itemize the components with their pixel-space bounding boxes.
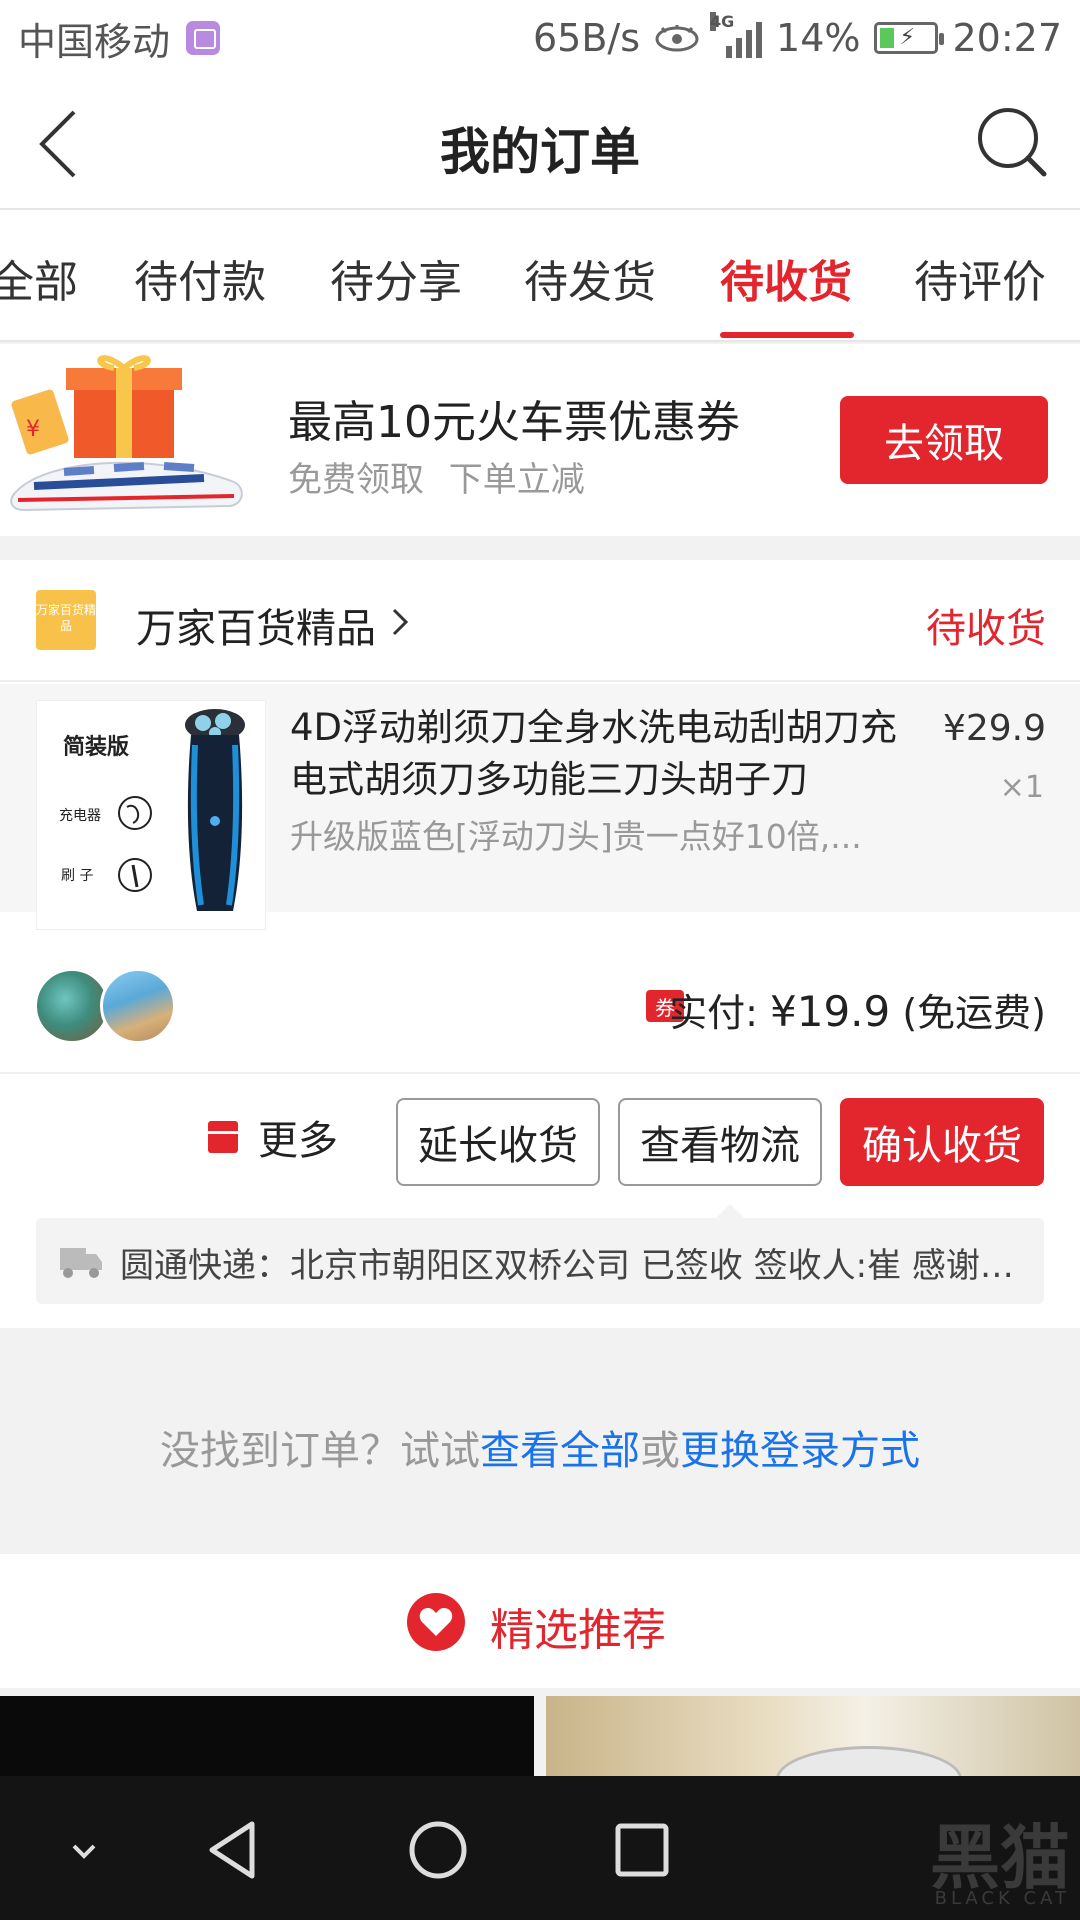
avatar[interactable] (34, 968, 110, 1044)
tab-all[interactable]: 全部 (0, 246, 78, 310)
payment-row: 券 实付: ¥19.9 (免运费) (0, 952, 1080, 1074)
clock: 20:27 (952, 16, 1062, 60)
search-icon[interactable] (974, 104, 1050, 180)
tab-pending-shipment[interactable]: 待发货 (524, 246, 656, 310)
product-quantity: ×1 (999, 770, 1044, 805)
logistics-text: 圆通快递：北京市朝阳区双桥公司 已签收 签收人:崔 感谢使用圆通速递，期待再次为… (120, 1246, 1020, 1286)
battery-percent: 14% (776, 16, 861, 60)
view-logistics-button[interactable]: 查看物流 (618, 1098, 822, 1186)
page-title: 我的订单 (440, 123, 640, 181)
more-button[interactable]: 更多 (208, 1108, 338, 1166)
tab-pending-payment[interactable]: 待付款 (134, 246, 266, 310)
shop-name[interactable]: 万家百货精品 (136, 596, 376, 654)
header: 我的订单 (0, 76, 1080, 210)
image-notification-icon (186, 21, 221, 55)
hint-prefix: 没找到订单？试试 (160, 1428, 480, 1474)
red-envelope-icon (208, 1121, 238, 1153)
view-all-link[interactable]: 查看全部 (480, 1428, 640, 1474)
order-actions: 更多 延长收货 查看物流 确认收货 (0, 1076, 1080, 1196)
avatar[interactable] (100, 968, 176, 1044)
system-nav-bar: 黑猫 BLACK CAT (0, 1776, 1080, 1920)
battery-icon: ⚡ (874, 22, 945, 54)
shop-row[interactable]: 万家百货精品 万家百货精品 待收货 (0, 560, 1080, 682)
svg-text:¥: ¥ (26, 417, 40, 442)
order-not-found-hint: 没找到订单？试试查看全部或更换登录方式 (0, 1418, 1080, 1476)
network-type: 4G (710, 12, 735, 31)
gift-train-illustration: ¥ (10, 355, 243, 512)
network-speed: 65B/s (532, 16, 641, 60)
chevron-down-icon[interactable] (46, 1812, 122, 1888)
tab-pending-receipt[interactable]: 待收货 (720, 246, 852, 310)
recommend-item-image[interactable] (0, 1696, 534, 1776)
heart-icon (407, 1593, 465, 1651)
more-label: 更多 (258, 1118, 338, 1164)
recommend-title: 精选推荐 (490, 1605, 666, 1656)
order-status: 待收货 (926, 606, 1046, 652)
carrier-name: 中国移动 (18, 19, 171, 64)
banner-subtitle: 免费领取 下单立减 (288, 460, 585, 500)
claim-coupon-button[interactable]: 去领取 (840, 396, 1048, 484)
banner-title: 最高10元火车票优惠券 (288, 397, 740, 448)
order-card: 万家百货精品 万家百货精品 待收货 简装版 充电器 刷 子 4D浮动剃须刀全身水… (0, 560, 1080, 1328)
payment-label: 实付: (669, 991, 771, 1035)
tab-pending-share[interactable]: 待分享 (330, 246, 462, 310)
signal-icon: 4G (710, 12, 763, 58)
truck-icon (60, 1248, 102, 1278)
switch-login-link[interactable]: 更换登录方式 (680, 1428, 920, 1474)
product-variant: 升级版蓝色[浮动刀头]贵一点好10倍,... (290, 817, 862, 856)
chevron-right-icon (392, 608, 409, 636)
status-bar: 中国移动 65B/s 4G 14% ⚡ 20:27 (0, 0, 1080, 76)
coupon-banner[interactable]: ¥ 最高10元火车票优惠券 免费领取 下单立减 去领取 (0, 344, 1080, 536)
order-tabs: 全部 待付款 待分享 待发货 待收货 待评价 (0, 210, 1080, 342)
recommend-header: 精选推荐 (0, 1554, 1080, 1688)
product-price: ¥29.9 (942, 708, 1046, 749)
shipping-note: (免运费) (890, 991, 1046, 1035)
product-row[interactable]: 简装版 充电器 刷 子 4D浮动剃须刀全身水洗电动刮胡刀充电式胡须刀多功能三刀头… (0, 684, 1080, 930)
active-tab-indicator (720, 332, 854, 338)
recommend-item-image[interactable] (546, 1696, 1080, 1776)
shop-logo: 万家百货精品 (36, 590, 96, 650)
watermark-subtext: BLACK CAT (934, 1888, 1070, 1909)
hint-middle: 或 (640, 1428, 680, 1474)
shaver-picture-icon (118, 709, 245, 911)
logistics-info[interactable]: 圆通快递：北京市朝阳区双桥公司 已签收 签收人:崔 感谢使用圆通速递，期待再次为… (36, 1204, 1044, 1304)
nav-home-icon[interactable] (400, 1812, 476, 1888)
nav-recents-icon[interactable] (604, 1812, 680, 1888)
product-title: 4D浮动剃须刀全身水洗电动刮胡刀充电式胡须刀多功能三刀头胡子刀 (290, 706, 898, 801)
payment-summary: 实付: ¥19.9 (免运费) (669, 982, 1046, 1037)
product-image[interactable]: 简装版 充电器 刷 子 (36, 700, 266, 930)
eye-comfort-icon (655, 25, 699, 52)
extend-receipt-button[interactable]: 延长收货 (396, 1098, 600, 1186)
payment-amount: ¥19.9 (770, 987, 891, 1036)
confirm-receipt-button[interactable]: 确认收货 (840, 1098, 1044, 1186)
tab-pending-review[interactable]: 待评价 (914, 246, 1046, 310)
nav-back-icon[interactable] (196, 1812, 272, 1888)
